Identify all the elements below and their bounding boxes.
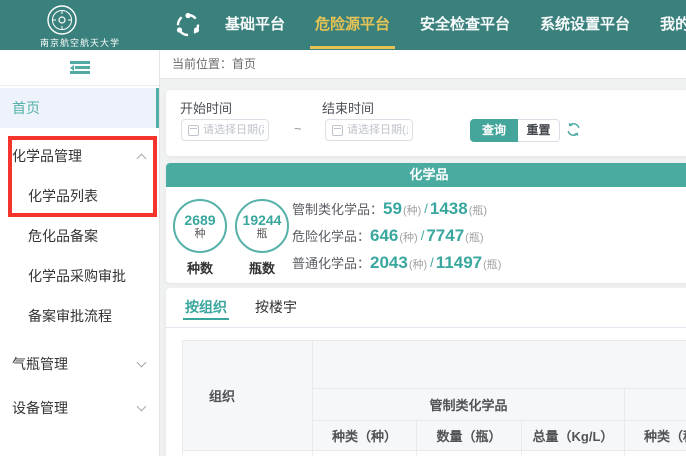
university-logo: 南京航空航天大学 [0,0,160,50]
sidebar-group-gas-cylinder-management[interactable]: 气瓶管理 [0,344,159,384]
sidebar-header [0,50,159,86]
chevron-down-icon [137,357,147,367]
bottles-circle-label: 瓶数 [235,258,289,277]
kinds-count-circle: 2689 种 [173,199,227,253]
reset-button[interactable]: 重置 [518,119,560,142]
bottles-count-circle: 19244 瓶 [235,199,289,253]
sidebar: 首页 化学品管理 化学品列表 危化品备案 化学品采购审批 备案审批流程 气瓶管理 [0,50,160,456]
organization-table-panel: 按组织 按楼宇 组织 管制类化学品 [166,288,686,456]
tab-by-building[interactable]: 按楼宇 [253,288,299,328]
kinds-circle-label: 种数 [173,258,227,277]
sidebar-group-chemical-management[interactable]: 化学品管理 [0,136,159,176]
stat-controlled-chemicals: 管制类化学品： 59 (种) / 1438 (瓶) [292,195,502,222]
search-button[interactable]: 查询 [470,119,518,142]
column-header-quantity: 数量（瓶） [417,421,522,451]
sidebar-item-hazchem-filing[interactable]: 危化品备案 [0,216,159,256]
column-header-organization: 组织 [183,341,313,451]
nav-item-safety-check-platform[interactable]: 安全检查平台 [405,0,525,50]
refresh-icon[interactable] [565,121,582,138]
end-time-label: 结束时间 [322,98,374,117]
organization-table: 组织 管制类化学品 种类（种） 数量（瓶） 总量（Kg/L） 种类（种） [182,340,686,456]
sidebar-item-label: 化学品列表 [28,186,98,206]
nav-menu: 基础平台 危险源平台 安全检查平台 系统设置平台 我的 [210,0,686,50]
platform-switch-icon[interactable] [174,11,202,39]
column-header-kinds: 种类（种） [313,421,417,451]
chemical-panel-title: 化学品 [166,163,686,187]
tab-by-organization[interactable]: 按组织 [183,288,229,328]
sidebar-item-label: 首页 [12,98,40,118]
sidebar-item-label: 化学品采购审批 [28,266,126,286]
breadcrumb: 当前位置：首页 [160,50,686,79]
bottles-count-unit: 瓶 [257,228,268,240]
university-name: 南京航空航天大学 [0,36,160,49]
main-content: 当前位置：首页 开始时间 结束时间 ~ 查询 重置 [160,50,686,456]
nav-item-hazard-platform[interactable]: 危险源平台 [300,0,405,50]
calendar-icon [332,125,343,136]
column-header-kinds-2: 种类（种） [625,421,686,451]
column-header-total: 总量（Kg/L） [522,421,625,451]
sidebar-item-label: 设备管理 [12,398,68,418]
kinds-count-value: 2689 [184,213,215,228]
table-row [183,451,686,456]
date-range-separator: ~ [294,121,302,136]
menu-fold-icon[interactable] [70,61,90,75]
table-header-top-row [313,341,686,389]
sidebar-item-label: 气瓶管理 [12,354,68,374]
stat-hazardous-chemicals: 危险化学品： 646 (种) / 7747 (瓶) [292,222,502,249]
kinds-count-unit: 种 [195,228,206,240]
sidebar-item-label: 危化品备案 [28,226,98,246]
nav-item-mine[interactable]: 我的 [645,0,686,50]
sidebar-group-equipment-management[interactable]: 设备管理 [0,388,159,428]
nav-item-base-platform[interactable]: 基础平台 [210,0,300,50]
end-date-field[interactable] [347,124,408,136]
end-date-input[interactable] [325,119,413,141]
sidebar-item-chemical-purchase-approval[interactable]: 化学品采购审批 [0,256,159,296]
chemical-stats: 管制类化学品： 59 (种) / 1438 (瓶) 危险化学品： 646 (种)… [292,195,502,276]
university-emblem-icon [44,3,80,37]
nav-item-system-settings-platform[interactable]: 系统设置平台 [525,0,645,50]
top-navbar: 南京航空航天大学 基础平台 危险源平台 安全检查平台 系统设置平台 我的 [0,0,686,50]
chevron-down-icon [137,401,147,411]
app-window: 南京航空航天大学 基础平台 危险源平台 安全检查平台 系统设置平台 我的 首页 … [0,0,686,456]
sidebar-item-home[interactable]: 首页 [0,88,159,128]
bottles-count-value: 19244 [243,213,282,228]
group-header-second [625,389,686,421]
sidebar-menu: 首页 化学品管理 化学品列表 危化品备案 化学品采购审批 备案审批流程 气瓶管理 [0,86,159,428]
view-tabs: 按组织 按楼宇 [166,288,686,328]
chemical-summary-panel: 化学品 2689 种 19244 瓶 种数 瓶数 管制类化学品： 59 (种) … [166,163,686,283]
sidebar-item-chemical-list[interactable]: 化学品列表 [0,176,159,216]
start-time-label: 开始时间 [180,98,232,117]
calendar-icon [188,125,199,136]
chevron-up-icon [137,153,147,163]
stat-ordinary-chemicals: 普通化学品： 2043 (种) / 11497 (瓶) [292,249,502,276]
date-filter-panel: 开始时间 结束时间 ~ 查询 重置 [166,90,686,156]
start-date-field[interactable] [203,124,264,136]
group-header-controlled-chemicals: 管制类化学品 [313,389,625,421]
sidebar-item-filing-approval-flow[interactable]: 备案审批流程 [0,296,159,336]
sidebar-item-label: 备案审批流程 [28,306,112,326]
start-date-input[interactable] [181,119,269,141]
sidebar-item-label: 化学品管理 [12,146,82,166]
